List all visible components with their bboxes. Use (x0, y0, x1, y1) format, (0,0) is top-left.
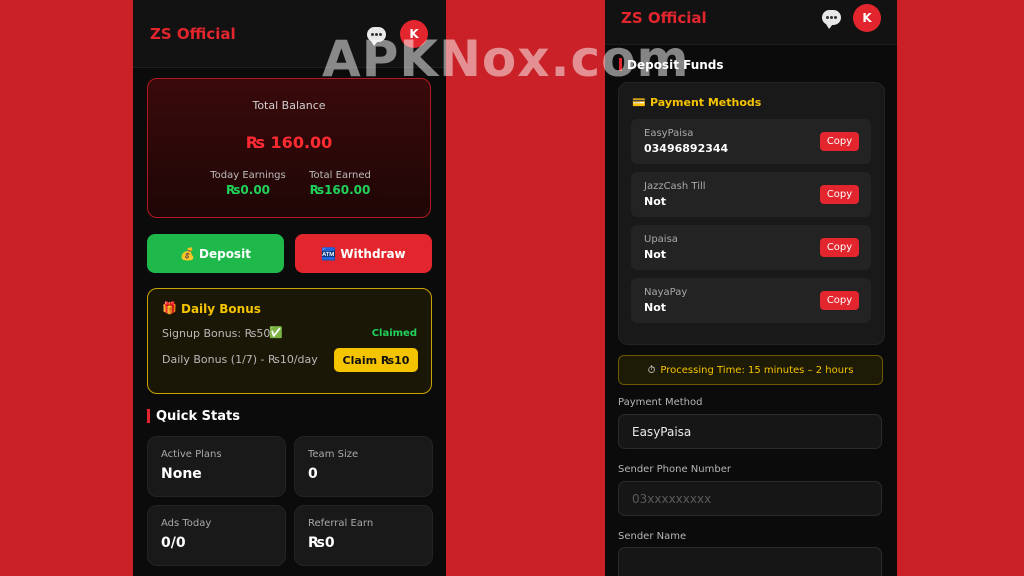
daily-bonus-text: Daily Bonus (1/7) - ₨10/day (162, 353, 318, 366)
quick-stats-title: Quick Stats (156, 409, 240, 424)
copy-button[interactable]: Copy (820, 185, 859, 204)
stat-label: Team Size (308, 449, 359, 460)
stat-value: 0/0 (161, 535, 186, 551)
withdraw-button[interactable]: 🏧 Withdraw (295, 234, 432, 273)
copy-button[interactable]: Copy (820, 132, 859, 151)
method-row-jazzcash: JazzCash Till Not Copy (631, 172, 871, 217)
deposit-label: Deposit (199, 246, 251, 261)
method-number: 03496892344 (644, 142, 729, 155)
app-brand: ZS Official (621, 9, 707, 27)
processing-time-banner: ⏱ Processing Time: 15 minutes – 2 hours (618, 355, 883, 385)
method-row-easypaisa: EasyPaisa 03496892344 Copy (631, 119, 871, 164)
credit-card-icon: 💳 (632, 96, 646, 109)
check-icon: ✅ (269, 326, 283, 339)
app-brand: ZS Official (150, 25, 236, 43)
avatar[interactable]: K (853, 4, 881, 32)
stat-label: Referral Earn (308, 518, 374, 529)
stat-value: None (161, 466, 202, 482)
sender-phone-label: Sender Phone Number (618, 464, 731, 475)
stat-card-team-size: Team Size 0 (294, 436, 433, 497)
sender-name-input[interactable] (618, 547, 882, 576)
balance-amount: ₨ 160.00 (245, 133, 333, 152)
method-name: EasyPaisa (644, 128, 694, 139)
payment-methods-title: Payment Methods (650, 96, 762, 109)
daily-bonus-title: Daily Bonus (181, 302, 261, 316)
sender-phone-input[interactable] (618, 481, 882, 516)
payment-method-label: Payment Method (618, 397, 703, 408)
stat-card-ads-today: Ads Today 0/0 (147, 505, 286, 566)
stat-value: 0 (308, 466, 318, 482)
money-bag-icon: 💰 (180, 246, 195, 261)
method-name: JazzCash Till (644, 181, 706, 192)
total-earned-label: Total Earned (309, 170, 371, 181)
deposit-button[interactable]: 💰 Deposit (147, 234, 284, 273)
gift-icon: 🎁 (162, 301, 177, 315)
method-name: Upaisa (644, 234, 678, 245)
stopwatch-icon: ⏱ (647, 364, 656, 376)
today-earnings-label: Today Earnings (210, 170, 286, 181)
quick-stats-marker (147, 409, 150, 423)
copy-button[interactable]: Copy (820, 291, 859, 310)
total-earned-value: ₨160.00 (309, 183, 371, 197)
method-number: Not (644, 195, 667, 208)
method-name: NayaPay (644, 287, 688, 298)
method-number: Not (644, 248, 667, 261)
payment-method-select[interactable]: EasyPaisa (618, 414, 882, 449)
balance-title: Total Balance (252, 99, 326, 112)
signup-bonus-text: Signup Bonus: ₨50 (162, 327, 271, 340)
stat-card-referral-earn: Referral Earn ₨0 (294, 505, 433, 566)
claim-button[interactable]: Claim ₨10 (334, 348, 418, 372)
stat-label: Active Plans (161, 449, 222, 460)
chat-icon[interactable] (822, 10, 841, 29)
watermark: APKNox.com (322, 30, 690, 88)
withdraw-label: Withdraw (340, 246, 406, 261)
atm-icon: 🏧 (321, 246, 337, 261)
method-number: Not (644, 301, 667, 314)
stat-card-active-plans: Active Plans None (147, 436, 286, 497)
processing-time-text: Processing Time: 15 minutes – 2 hours (660, 364, 854, 376)
method-row-nayapay: NayaPay Not Copy (631, 278, 871, 323)
stat-value: ₨0 (308, 535, 335, 551)
daily-bonus-card: 🎁 Daily Bonus Signup Bonus: ₨50 ✅ Claime… (147, 288, 432, 394)
claimed-status: Claimed (371, 328, 417, 339)
sender-name-label: Sender Name (618, 531, 687, 542)
balance-card: Total Balance ₨ 160.00 Today Earnings ₨0… (147, 78, 431, 218)
method-row-upaisa: Upaisa Not Copy (631, 225, 871, 270)
copy-button[interactable]: Copy (820, 238, 859, 257)
payment-methods-card: 💳 Payment Methods EasyPaisa 03496892344 … (618, 82, 885, 345)
today-earnings-value: ₨0.00 (225, 183, 271, 197)
stat-label: Ads Today (161, 518, 212, 529)
